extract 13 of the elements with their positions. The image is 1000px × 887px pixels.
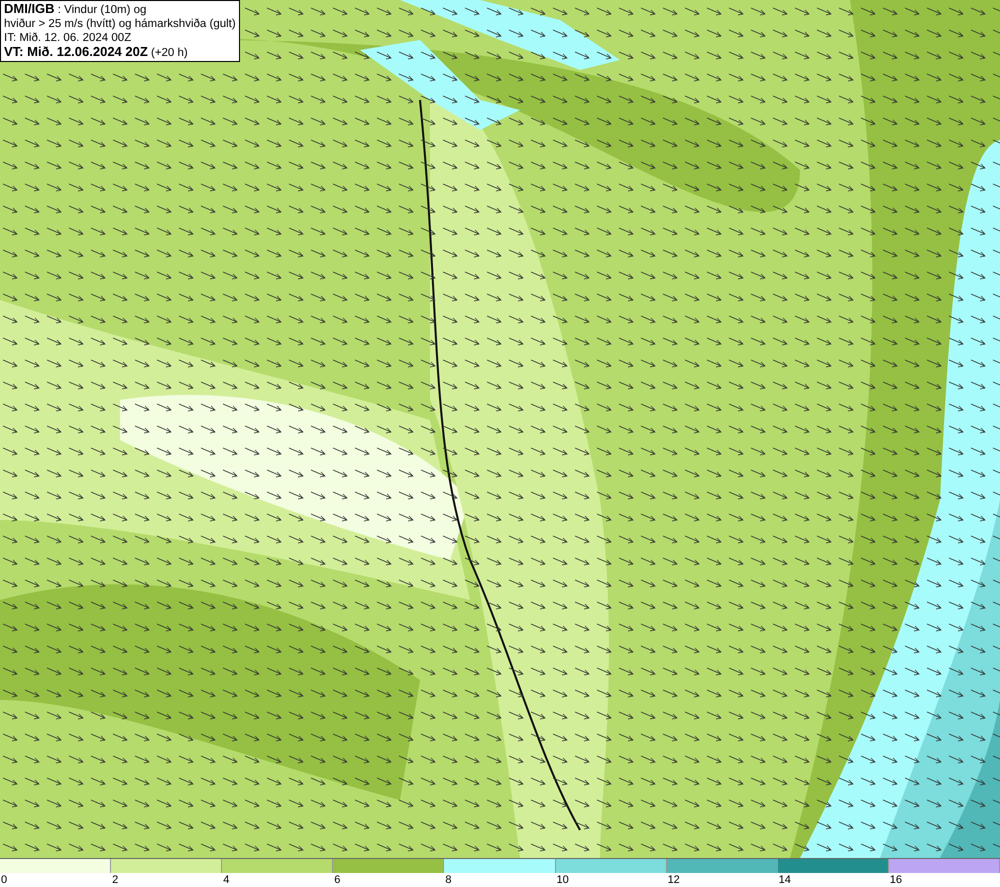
scale-label: 2	[111, 873, 120, 887]
info-text: VT: Mið. 12.06.2024 20Z (+20 h)	[4, 45, 189, 60]
scale-label: 0	[0, 873, 8, 887]
info-text: hviður > 25 m/s (hvítt) og hámarkshviða (gult)	[4, 17, 236, 31]
scale-label: 12	[666, 873, 681, 887]
scale-label: 16	[888, 873, 903, 887]
info-text: IT: Mið. 12. 06. 2024 00Z	[4, 31, 132, 45]
scale-label: 10	[555, 873, 570, 887]
info-text: DMI/IGB : Vindur (10m) og	[4, 2, 148, 17]
scale-label: 8	[444, 873, 452, 887]
scale-label: 6	[333, 873, 342, 887]
scale-label: 14	[778, 873, 792, 887]
scale-label: 4	[222, 873, 230, 887]
